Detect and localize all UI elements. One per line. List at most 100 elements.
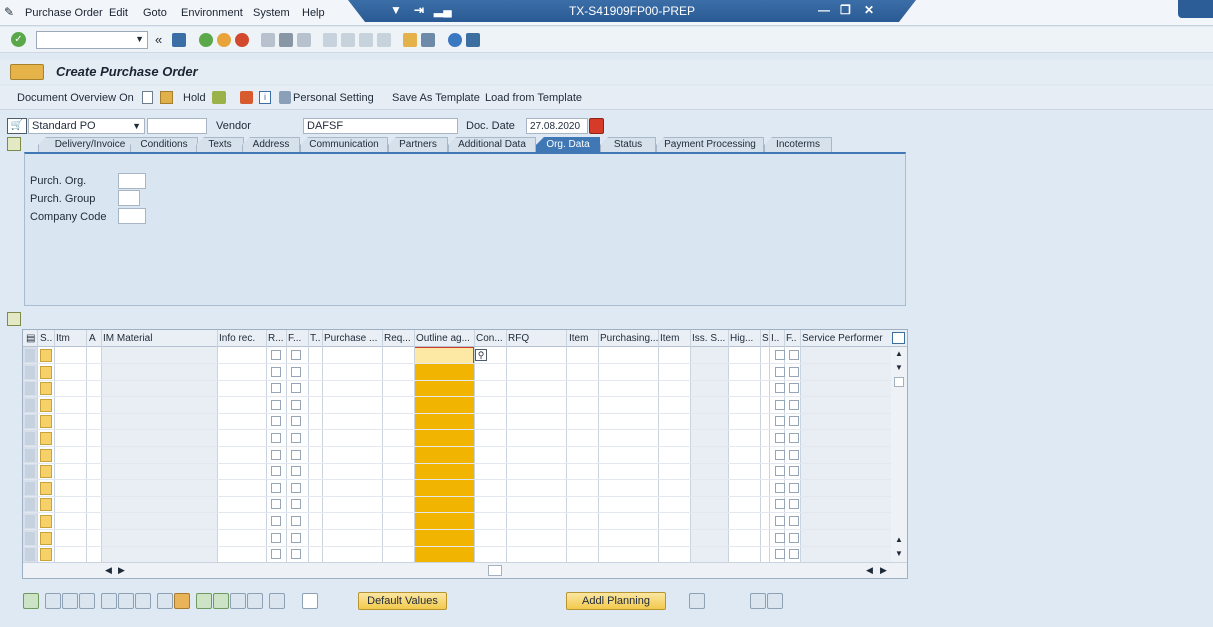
free-item-checkbox[interactable] — [291, 449, 301, 460]
load-from-template-button[interactable]: Load from Template — [485, 92, 582, 104]
exit-icon[interactable] — [217, 33, 231, 47]
find-icon[interactable] — [279, 33, 293, 47]
first-page-icon[interactable] — [323, 33, 337, 47]
scroll-thumb[interactable] — [894, 377, 904, 387]
help-icon[interactable] — [448, 33, 462, 47]
item-status-cell[interactable] — [40, 531, 52, 545]
table-row[interactable] — [23, 397, 891, 414]
f-checkbox[interactable] — [789, 366, 799, 377]
copy-icon[interactable] — [45, 593, 61, 609]
po-number-field[interactable] — [147, 118, 207, 134]
col-purchasing[interactable]: Purchasing... — [600, 333, 658, 344]
item-status-cell[interactable] — [40, 481, 52, 495]
last-page-icon[interactable] — [377, 33, 391, 47]
row-selector[interactable] — [25, 548, 35, 562]
free-item-checkbox[interactable] — [291, 482, 301, 493]
col-item-2[interactable]: Item — [569, 333, 597, 344]
table-row[interactable] — [23, 513, 891, 530]
f-checkbox[interactable] — [789, 516, 799, 526]
i-checkbox[interactable] — [775, 449, 785, 460]
tab-delivery-invoice[interactable]: Delivery/Invoice — [38, 137, 142, 153]
col-account-assignment[interactable]: A — [89, 333, 99, 344]
hold-button[interactable]: Hold — [183, 92, 206, 104]
row-selector[interactable] — [25, 398, 35, 412]
shortcut-icon[interactable] — [421, 33, 435, 47]
free-item-checkbox[interactable] — [291, 433, 301, 443]
returns-checkbox[interactable] — [271, 516, 281, 526]
expand-header-icon[interactable] — [7, 137, 21, 151]
f-checkbox[interactable] — [789, 532, 799, 543]
item-status-cell[interactable] — [40, 349, 52, 362]
document-icon[interactable] — [302, 593, 318, 609]
menu-icon[interactable]: ✎ — [4, 5, 14, 19]
messages-icon[interactable] — [240, 91, 253, 104]
detail-icon[interactable] — [23, 593, 39, 609]
item-status-cell[interactable] — [40, 448, 52, 462]
tab-org-data[interactable]: Org. Data — [536, 137, 600, 153]
tab-status[interactable]: Status — [600, 137, 656, 153]
menu-goto[interactable]: Goto — [143, 7, 167, 19]
tab-partners[interactable]: Partners — [388, 137, 448, 153]
restore-icon[interactable]: ❐ — [840, 3, 851, 17]
table-row[interactable] — [23, 447, 891, 464]
purch-org-field[interactable] — [118, 173, 146, 189]
item-status-cell[interactable] — [40, 515, 52, 528]
i-checkbox[interactable] — [775, 516, 785, 526]
enter-check-icon[interactable]: ✓ — [11, 32, 26, 47]
chevron-down-icon[interactable]: ▼ — [132, 120, 141, 133]
horizontal-scroll-thumb[interactable] — [488, 565, 502, 576]
filter-clear-icon[interactable] — [247, 593, 263, 609]
i-checkbox[interactable] — [775, 532, 785, 543]
menu-system[interactable]: System — [253, 7, 290, 19]
f-checkbox[interactable] — [789, 383, 799, 394]
services-icon[interactable] — [767, 593, 783, 609]
tab-additional-data[interactable]: Additional Data — [448, 137, 536, 153]
col-iss-s[interactable]: Iss. S... — [692, 333, 728, 344]
scroll-page-up-icon[interactable]: ▲ — [895, 535, 903, 544]
row-selector[interactable] — [25, 531, 35, 545]
table-row[interactable] — [23, 463, 891, 481]
i-checkbox[interactable] — [775, 482, 785, 493]
row-selector[interactable] — [25, 481, 35, 495]
purch-group-field[interactable] — [118, 190, 140, 206]
i-checkbox[interactable] — [775, 499, 785, 510]
returns-checkbox[interactable] — [271, 482, 281, 493]
status-red-icon[interactable] — [589, 118, 604, 134]
save-icon[interactable] — [172, 33, 186, 47]
table-row[interactable] — [23, 480, 891, 497]
item-status-cell[interactable] — [40, 465, 52, 479]
col-r[interactable]: R... — [268, 333, 286, 344]
row-selector[interactable] — [25, 465, 35, 479]
free-item-checkbox[interactable] — [291, 416, 301, 427]
col-item[interactable]: Itm — [56, 333, 84, 344]
row-selector[interactable] — [25, 382, 35, 396]
f-checkbox[interactable] — [789, 399, 799, 410]
returns-checkbox[interactable] — [271, 399, 281, 410]
command-field[interactable]: ▼ — [36, 31, 148, 49]
doc-date-field[interactable]: 27.08.2020 — [526, 118, 588, 134]
minimize-icon[interactable]: — — [818, 3, 830, 17]
row-selector[interactable] — [25, 349, 35, 362]
unblock-icon[interactable] — [135, 593, 151, 609]
account-assignment-icon[interactable] — [689, 593, 705, 609]
col-hig[interactable]: Hig... — [730, 333, 760, 344]
free-item-checkbox[interactable] — [291, 499, 301, 510]
returns-checkbox[interactable] — [271, 366, 281, 377]
find-next-icon[interactable] — [297, 33, 311, 47]
i-checkbox[interactable] — [775, 366, 785, 377]
row-selector[interactable] — [25, 498, 35, 512]
f-checkbox[interactable] — [789, 416, 799, 427]
item-status-cell[interactable] — [40, 498, 52, 512]
returns-checkbox[interactable] — [271, 466, 281, 477]
col-status[interactable]: S.. — [40, 333, 54, 344]
deselect-icon[interactable] — [174, 593, 190, 609]
free-item-checkbox[interactable] — [291, 366, 301, 377]
company-code-field[interactable] — [118, 208, 146, 224]
returns-checkbox[interactable] — [271, 549, 281, 560]
tab-address[interactable]: Address — [242, 137, 300, 153]
scroll-down-icon[interactable]: ▼ — [895, 363, 903, 372]
block-icon[interactable] — [118, 593, 134, 609]
col-contract[interactable]: Con... — [476, 333, 506, 344]
table-settings-icon[interactable]: ▤ — [26, 333, 35, 344]
table-row[interactable] — [23, 413, 891, 431]
